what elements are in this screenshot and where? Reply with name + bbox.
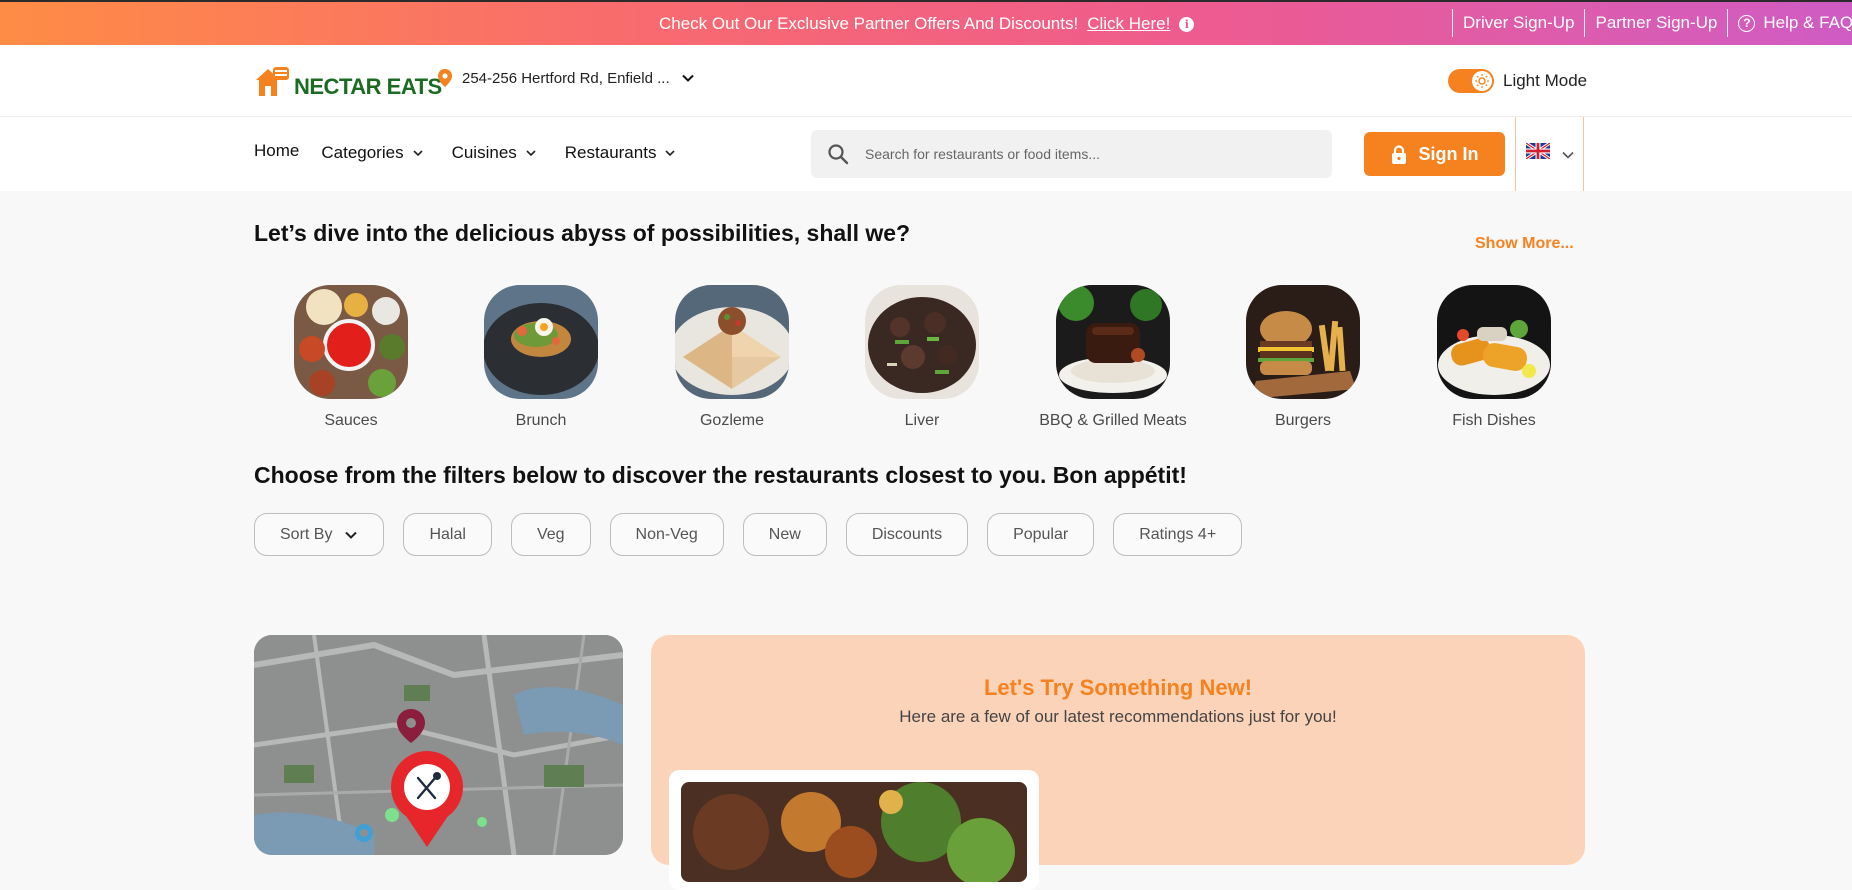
- restaurant-map[interactable]: [254, 635, 623, 855]
- category-label: Brunch: [515, 412, 567, 429]
- bbq-image: [1056, 285, 1170, 399]
- address-text: 254-256 Hertford Rd, Enfield ...: [462, 69, 670, 87]
- category-fish-dishes[interactable]: Fish Dishes: [1399, 285, 1589, 430]
- partner-signup-link[interactable]: Partner Sign-Up: [1584, 9, 1727, 37]
- recommendations-title: Let's Try Something New!: [983, 675, 1253, 700]
- toggle-switch[interactable]: [1448, 69, 1494, 93]
- chevron-down-icon: [345, 531, 358, 539]
- driver-signup-link[interactable]: Driver Sign-Up: [1452, 9, 1584, 37]
- top-links: Driver Sign-Up Partner Sign-Up ? Help & …: [1452, 9, 1852, 37]
- brand-logo[interactable]: NECTAR EATS: [254, 64, 442, 98]
- category-label: Gozleme: [699, 412, 765, 429]
- search-input[interactable]: [863, 145, 1307, 163]
- promo-text: Check Out Our Exclusive Partner Offers A…: [659, 14, 1079, 33]
- category-burgers[interactable]: Burgers: [1208, 285, 1398, 430]
- sign-in-button[interactable]: Sign In: [1364, 132, 1505, 176]
- location-pin-icon: [438, 69, 452, 87]
- show-more-link[interactable]: Show More...: [1475, 235, 1574, 253]
- nav-menu: Home Categories Cuisines Restaurants: [254, 141, 704, 163]
- fish-dishes-image: [1437, 285, 1551, 399]
- nav-restaurants-label: Restaurants: [564, 143, 657, 162]
- recommendation-image: [681, 782, 1027, 882]
- burgers-image: [1246, 285, 1360, 399]
- nav-cuisines[interactable]: Cuisines: [452, 143, 537, 163]
- category-liver[interactable]: Liver: [827, 285, 1017, 430]
- theme-label: Light Mode: [1503, 71, 1588, 90]
- category-label: Burgers: [1274, 412, 1332, 429]
- search-bar[interactable]: [811, 130, 1332, 178]
- sort-by-dropdown[interactable]: Sort By: [254, 513, 385, 556]
- question-circle-icon: ?: [1738, 14, 1756, 32]
- chevron-down-icon: [413, 150, 423, 157]
- category-label: Sauces: [324, 412, 378, 429]
- chevron-down-icon: [665, 150, 676, 157]
- sun-icon: [1472, 71, 1492, 91]
- nav-categories-label: Categories: [321, 143, 404, 162]
- filter-chip-discounts[interactable]: Discounts: [845, 513, 969, 556]
- filter-chip-non-veg[interactable]: Non-Veg: [609, 513, 724, 556]
- filter-chip-halal[interactable]: Halal: [403, 513, 492, 556]
- sign-in-label: Sign In: [1418, 143, 1479, 164]
- nav-restaurants[interactable]: Restaurants: [565, 143, 677, 163]
- nav-home[interactable]: Home: [254, 141, 299, 161]
- help-label: Help & FAQs: [1763, 13, 1852, 32]
- category-label: Fish Dishes: [1452, 412, 1536, 429]
- liver-image: [865, 285, 979, 399]
- house-logo-icon: [256, 67, 289, 96]
- gozleme-image: [675, 285, 789, 399]
- filters-heading: Choose from the filters below to discove…: [254, 462, 1187, 488]
- categories-heading: Let’s dive into the delicious abyss of p…: [254, 220, 911, 246]
- brand-name: NECTAR EATS: [294, 74, 442, 99]
- help-faqs-link[interactable]: ? Help & FAQs: [1727, 9, 1852, 37]
- nav-categories[interactable]: Categories: [321, 143, 423, 163]
- nav-cuisines-label: Cuisines: [451, 143, 517, 162]
- filter-chip-new[interactable]: New: [742, 513, 827, 556]
- brunch-image: [484, 285, 598, 399]
- promo-link[interactable]: Click Here!: [1087, 14, 1170, 34]
- sauces-image: [294, 285, 408, 399]
- theme-toggle[interactable]: Light Mode: [1448, 69, 1587, 93]
- category-brunch[interactable]: Brunch: [446, 285, 636, 430]
- chevron-down-icon: [526, 150, 536, 157]
- filter-chip-ratings[interactable]: Ratings 4+: [1113, 513, 1243, 556]
- main-nav: Home Categories Cuisines Restaurants Sig…: [0, 117, 1852, 191]
- chevron-down-icon: [681, 74, 694, 82]
- filter-chip-veg[interactable]: Veg: [510, 513, 591, 556]
- promo-message: Check Out Our Exclusive Partner Offers A…: [659, 14, 1195, 34]
- filter-chip-popular[interactable]: Popular: [987, 513, 1095, 556]
- map-graphic: [254, 635, 623, 855]
- category-bbq[interactable]: BBQ & Grilled Meats: [1018, 285, 1208, 430]
- language-selector[interactable]: [1515, 117, 1584, 191]
- filter-bar: Sort By Halal Veg Non-Veg New Discounts …: [254, 513, 1243, 556]
- recommendation-card[interactable]: [669, 770, 1039, 890]
- header: NECTAR EATS 254-256 Hertford Rd, Enfield…: [0, 45, 1852, 117]
- nav-home-label: Home: [254, 141, 300, 160]
- recommendations-panel: Let's Try Something New! Here are a few …: [651, 635, 1585, 890]
- chevron-down-icon: [1562, 151, 1574, 159]
- promo-bar: Check Out Our Exclusive Partner Offers A…: [0, 0, 1852, 45]
- category-label: BBQ & Grilled Meats: [1039, 412, 1187, 429]
- lock-icon: [1391, 144, 1406, 164]
- recommendations-subtitle: Here are a few of our latest recommendat…: [899, 707, 1337, 726]
- info-icon[interactable]: i: [1179, 16, 1195, 32]
- category-gozleme[interactable]: Gozleme: [637, 285, 827, 430]
- search-icon: [828, 144, 849, 165]
- uk-flag-icon: [1526, 143, 1550, 159]
- category-label: Liver: [904, 412, 940, 429]
- delivery-address-selector[interactable]: 254-256 Hertford Rd, Enfield ...: [438, 69, 696, 87]
- sort-by-label: Sort By: [280, 525, 333, 543]
- category-sauces[interactable]: Sauces: [256, 285, 446, 430]
